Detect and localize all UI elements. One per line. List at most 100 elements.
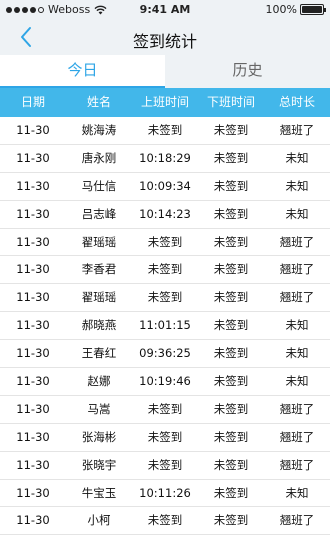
table-row[interactable]: 11-30 马仕信 10:09:34 未签到 未知 <box>0 172 330 201</box>
cell-name: 王春红 <box>81 346 117 361</box>
cell-date: 11-30 <box>16 234 50 249</box>
cell-date: 11-30 <box>16 290 50 305</box>
cell-date: 11-30 <box>16 206 50 221</box>
cell-name: 张海彬 <box>81 429 117 444</box>
cell-total: 翘班了 <box>279 262 315 277</box>
navigation-bar: 签到统计 <box>0 20 330 55</box>
cell-total: 翘班了 <box>279 429 315 444</box>
cell-clock-in: 未签到 <box>147 123 183 137</box>
cell-clock-in: 未签到 <box>147 457 183 472</box>
status-bar: Weboss 9:41 AM 100% <box>0 0 330 20</box>
cell-clock-out: 未签到 <box>213 206 249 221</box>
cell-total: 翘班了 <box>279 234 315 249</box>
header-name: 姓名 <box>86 95 111 109</box>
cell-date: 11-30 <box>16 150 50 165</box>
cell-clock-out: 未签到 <box>213 123 249 137</box>
cell-clock-out: 未签到 <box>213 178 249 193</box>
header-clock-out: 下班时间 <box>206 95 255 109</box>
cell-clock-in: 未签到 <box>147 429 183 444</box>
cell-total: 未知 <box>285 150 309 165</box>
cell-name: 李香君 <box>81 262 117 277</box>
battery-icon <box>300 4 326 15</box>
tab-today[interactable]: 今日 <box>0 55 165 88</box>
cell-name: 张晓宇 <box>81 457 117 472</box>
cell-total: 翘班了 <box>279 401 315 416</box>
table-row[interactable]: 11-30 张海彬 未签到 未签到 翘班了 <box>0 423 330 452</box>
cell-clock-out: 未签到 <box>213 513 249 528</box>
cell-clock-out: 未签到 <box>213 318 249 333</box>
cell-clock-in: 未签到 <box>147 290 183 305</box>
cell-total: 未知 <box>285 206 309 221</box>
cell-name: 郝晓燕 <box>81 318 117 333</box>
cell-date: 11-30 <box>16 374 50 389</box>
table-row[interactable]: 11-30 张晓宇 未签到 未签到 翘班了 <box>0 451 330 480</box>
cell-name: 马嵩 <box>87 401 111 416</box>
cell-total: 未知 <box>285 374 309 389</box>
cell-name: 姚海涛 <box>81 123 117 137</box>
cell-total: 翘班了 <box>279 290 315 305</box>
cell-name: 吕志峰 <box>81 206 117 221</box>
battery-percent: 100% <box>265 3 297 16</box>
cell-date: 11-30 <box>16 318 50 333</box>
table-row[interactable]: 11-30 姚海涛 未签到 未签到 翘班了 <box>0 117 330 145</box>
tab-history[interactable]: 历史 <box>165 55 330 88</box>
cell-date: 11-30 <box>16 485 50 500</box>
table-row[interactable]: 11-30 翟瑶瑶 未签到 未签到 翘班了 <box>0 228 330 257</box>
table-row[interactable]: 11-30 小柯 未签到 未签到 翘班了 <box>0 507 330 536</box>
table-row[interactable]: 11-30 翟瑶瑶 未签到 未签到 翘班了 <box>0 284 330 313</box>
cell-clock-in: 09:36:25 <box>139 346 191 361</box>
cell-clock-in: 10:18:29 <box>139 150 191 165</box>
attendance-list: 11-30 姚海涛 未签到 未签到 翘班了 11-30 唐永刚 10:18:29 未签到 未知 … <box>0 117 330 536</box>
table-row[interactable]: 11-30 牛宝玉 10:11:26 未签到 未知 <box>0 479 330 508</box>
cell-date: 11-30 <box>16 123 50 137</box>
cell-clock-in: 未签到 <box>147 262 183 277</box>
battery-status: 100% <box>265 3 326 16</box>
cell-clock-in: 10:19:46 <box>139 374 191 389</box>
cell-date: 11-30 <box>16 429 50 444</box>
cell-total: 未知 <box>285 485 309 500</box>
cell-date: 11-30 <box>16 513 50 528</box>
cell-clock-in: 11:01:15 <box>139 318 191 333</box>
cell-name: 翟瑶瑶 <box>81 234 117 249</box>
cell-name: 小柯 <box>87 513 111 528</box>
header-date: 日期 <box>20 95 45 109</box>
table-header: 日期 姓名 上班时间 下班时间 总时长 <box>0 88 330 117</box>
cell-date: 11-30 <box>16 262 50 277</box>
cell-clock-in: 10:09:34 <box>139 178 191 193</box>
cell-total: 未知 <box>285 178 309 193</box>
table-row[interactable]: 11-30 王春红 09:36:25 未签到 未知 <box>0 340 330 369</box>
cell-clock-out: 未签到 <box>213 346 249 361</box>
cell-total: 未知 <box>285 346 309 361</box>
cell-clock-in: 10:14:23 <box>139 206 191 221</box>
cell-total: 翘班了 <box>279 457 315 472</box>
cell-name: 翟瑶瑶 <box>81 290 117 305</box>
cell-name: 赵娜 <box>87 374 111 389</box>
cell-date: 11-30 <box>16 346 50 361</box>
cell-clock-in: 10:11:26 <box>139 485 191 500</box>
table-row[interactable]: 11-30 李香君 未签到 未签到 翘班了 <box>0 256 330 285</box>
table-row[interactable]: 11-30 唐永刚 10:18:29 未签到 未知 <box>0 144 330 173</box>
cell-clock-out: 未签到 <box>213 150 249 165</box>
cell-name: 牛宝玉 <box>81 485 117 500</box>
table-row[interactable]: 11-30 马嵩 未签到 未签到 翘班了 <box>0 395 330 424</box>
cell-clock-out: 未签到 <box>213 374 249 389</box>
table-row[interactable]: 11-30 吕志峰 10:14:23 未签到 未知 <box>0 200 330 229</box>
cell-name: 马仕信 <box>81 178 117 193</box>
cell-total: 翘班了 <box>279 513 315 528</box>
cell-clock-in: 未签到 <box>147 234 183 249</box>
page-title: 签到统计 <box>132 32 197 51</box>
cell-clock-out: 未签到 <box>213 234 249 249</box>
table-row[interactable]: 11-30 赵娜 10:19:46 未签到 未知 <box>0 368 330 396</box>
cell-total: 翘班了 <box>279 123 315 137</box>
cell-date: 11-30 <box>16 457 50 472</box>
cell-clock-out: 未签到 <box>213 290 249 305</box>
header-total: 总时长 <box>278 95 315 109</box>
cell-clock-out: 未签到 <box>213 262 249 277</box>
tab-bar: 今日 历史 <box>0 55 330 88</box>
cell-clock-out: 未签到 <box>213 485 249 500</box>
cell-clock-out: 未签到 <box>213 401 249 416</box>
cell-date: 11-30 <box>16 178 50 193</box>
table-row[interactable]: 11-30 郝晓燕 11:01:15 未签到 未知 <box>0 312 330 341</box>
cell-clock-in: 未签到 <box>147 401 183 416</box>
cell-clock-out: 未签到 <box>213 457 249 472</box>
